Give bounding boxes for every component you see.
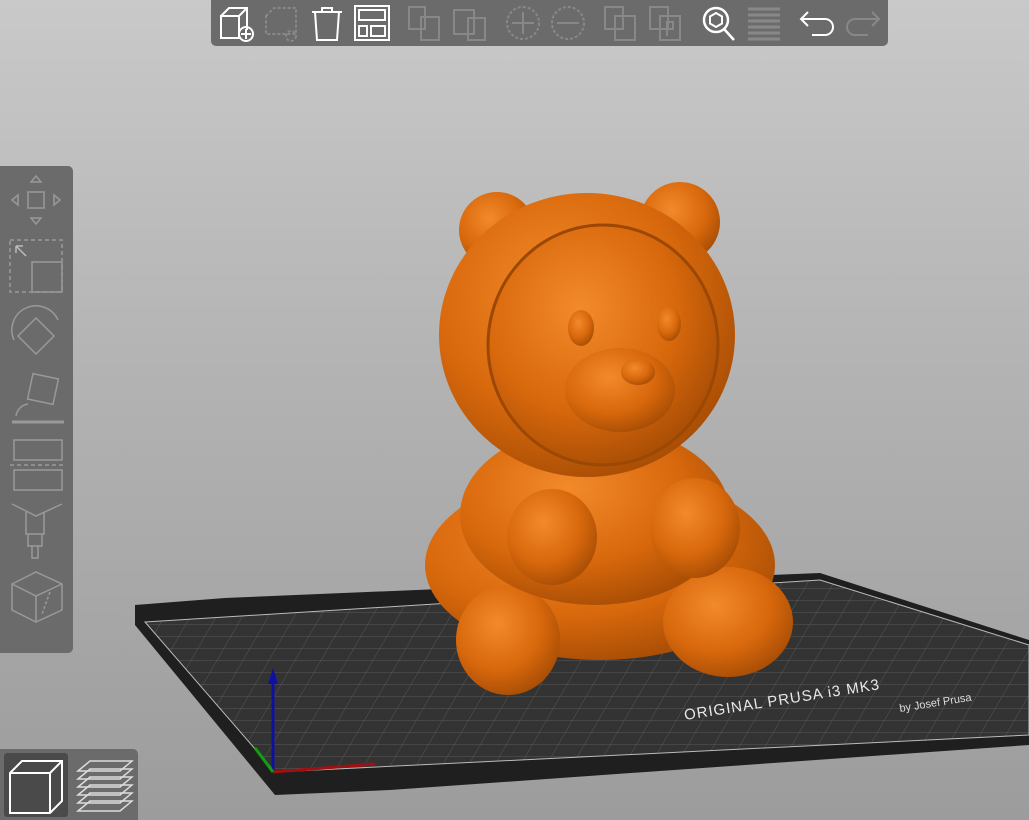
paint-supports-button[interactable] — [4, 498, 68, 562]
copy-icon — [407, 6, 440, 41]
top-toolbar — [211, 0, 888, 46]
move-button[interactable] — [4, 168, 68, 232]
place-on-face-button[interactable] — [4, 366, 68, 430]
arrange-button[interactable] — [352, 3, 391, 43]
seam-icon — [11, 571, 63, 623]
search-button[interactable] — [700, 3, 739, 43]
rotate-icon — [11, 305, 59, 356]
redo-icon — [845, 11, 880, 36]
view-switcher — [0, 749, 138, 820]
move-icon — [10, 174, 62, 226]
add-instance-button[interactable] — [503, 3, 542, 43]
split-parts-button[interactable] — [647, 3, 686, 43]
place-on-face-icon — [12, 372, 64, 424]
layers-editing-icon — [748, 7, 781, 41]
delete-icon — [264, 7, 297, 42]
preview-button[interactable] — [72, 753, 136, 817]
delete-all-button[interactable] — [307, 3, 346, 43]
delete-all-icon — [311, 7, 342, 41]
split-objects-button[interactable] — [602, 3, 641, 43]
scale-icon — [9, 239, 63, 293]
add-instance-icon — [506, 6, 540, 40]
copy-button[interactable] — [405, 3, 444, 43]
cut-icon — [10, 439, 64, 491]
seam-button[interactable] — [4, 564, 68, 628]
split-objects-icon — [604, 6, 637, 41]
split-parts-icon — [649, 6, 682, 41]
rotate-button[interactable] — [4, 300, 68, 364]
arrange-icon — [353, 5, 390, 41]
bear-model[interactable] — [425, 182, 793, 695]
search-icon — [703, 6, 736, 41]
3d-view-icon — [9, 759, 63, 814]
add-icon — [219, 7, 254, 42]
redo-button[interactable] — [843, 3, 882, 43]
paste-icon — [452, 9, 486, 41]
gizmo-toolbar — [0, 166, 73, 653]
delete-button[interactable] — [262, 3, 301, 43]
paint-supports-icon — [11, 503, 63, 559]
layers-editing-button[interactable] — [745, 3, 784, 43]
remove-instance-icon — [551, 6, 586, 40]
preview-icon — [75, 759, 134, 812]
add-button[interactable] — [217, 3, 256, 43]
undo-button[interactable] — [798, 3, 837, 43]
undo-icon — [800, 11, 835, 36]
paste-button[interactable] — [450, 3, 489, 43]
3d-view-button[interactable] — [4, 752, 68, 817]
cut-button[interactable] — [4, 432, 68, 496]
3d-viewport[interactable]: ORIGINAL PRUSA i3 MK3 by Josef Prusa — [0, 0, 1029, 820]
scale-button[interactable] — [4, 234, 68, 298]
remove-instance-button[interactable] — [549, 3, 588, 43]
